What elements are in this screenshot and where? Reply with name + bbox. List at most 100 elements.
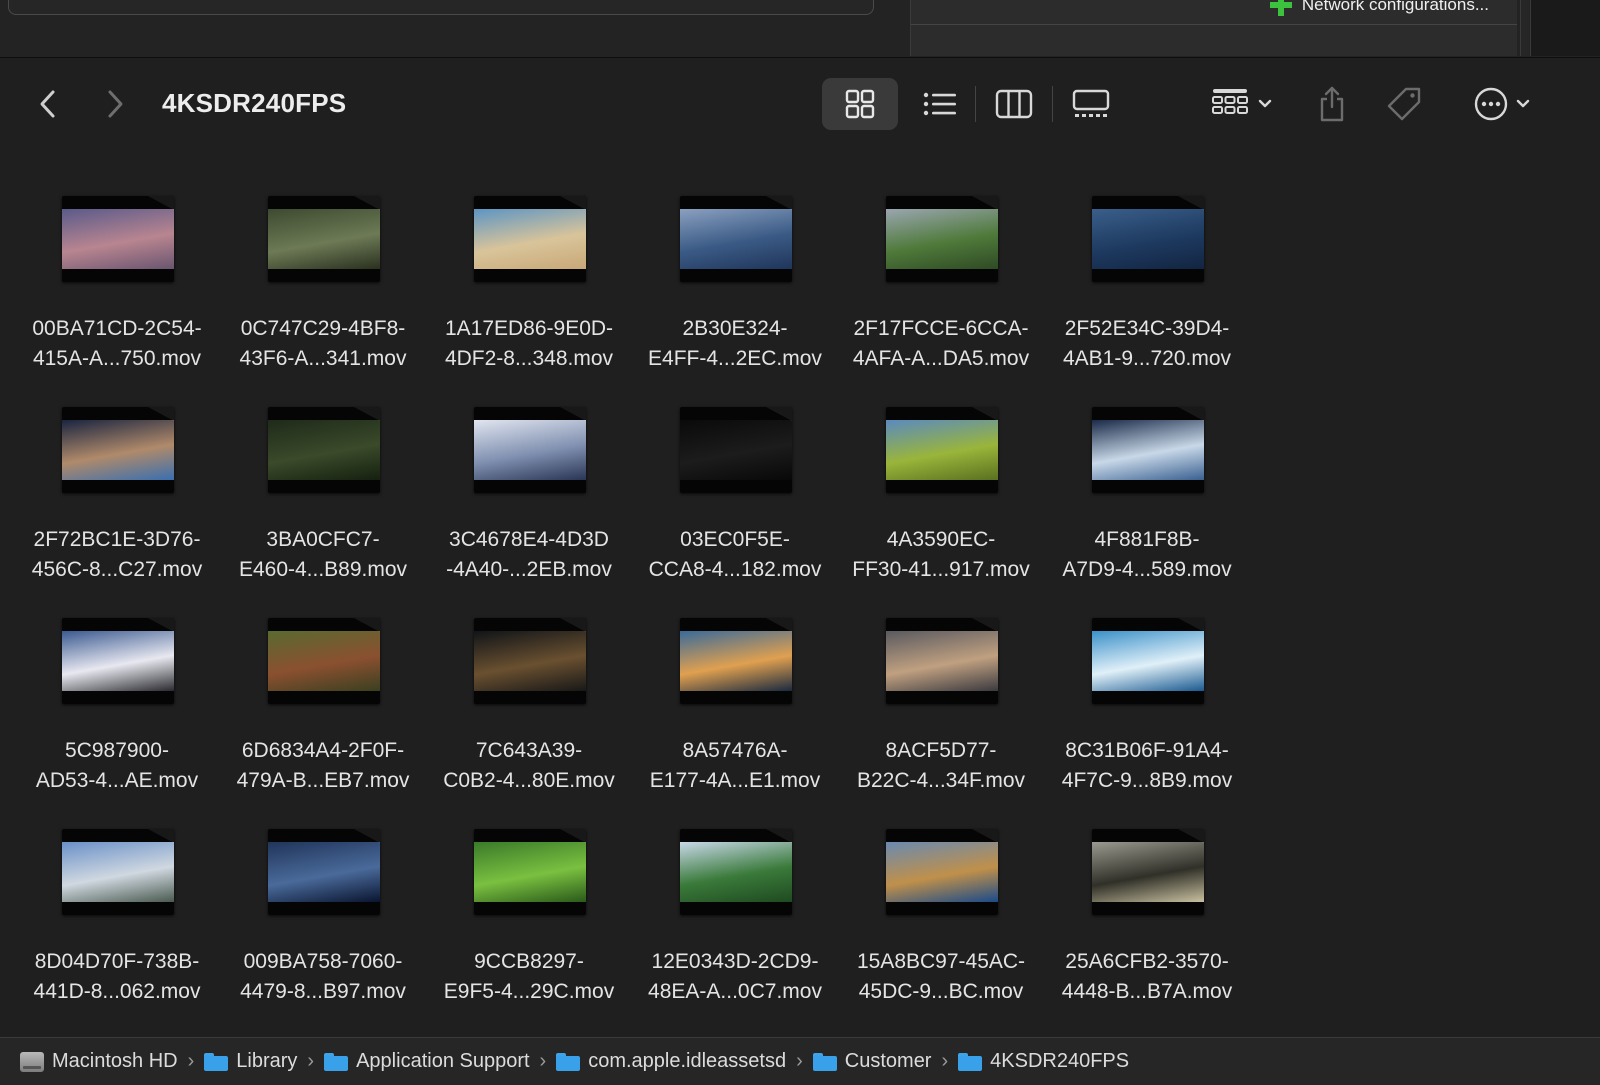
thumbnail-image [680, 842, 792, 902]
video-thumbnail [268, 618, 380, 704]
video-thumbnail [268, 829, 380, 915]
thumbnail-gloss [972, 829, 998, 843]
thumbnail-gloss [148, 829, 174, 843]
thumbnail-gloss [354, 407, 380, 421]
thumbnail-image [680, 209, 792, 269]
video-thumbnail [1092, 196, 1204, 282]
breadcrumb-item[interactable]: 4KSDR240FPS [958, 1050, 1129, 1073]
file-name-label: 3C4678E4-4D3D -4A40-...2EB.mov [446, 528, 612, 581]
thumbnail-image [1092, 631, 1204, 691]
breadcrumb-label: 4KSDR240FPS [990, 1050, 1130, 1072]
thumbnail-image [268, 631, 380, 691]
tag-button[interactable] [1384, 78, 1424, 130]
thumbnail-gloss [354, 196, 380, 210]
thumbnail-gloss [1178, 618, 1204, 632]
breadcrumb-label: Library [236, 1050, 298, 1072]
column-view-button[interactable] [988, 78, 1040, 130]
thumbnail-image [886, 209, 998, 269]
background-panel: Network configurations... [910, 0, 1517, 56]
thumbnail-image [886, 842, 998, 902]
file-name-label: 0C747C29-4BF8- 43F6-A...341.mov [239, 317, 407, 370]
file-name-label: 1A17ED86-9E0D- 4DF2-8...348.mov [444, 317, 614, 370]
forward-button[interactable] [97, 86, 133, 122]
video-thumbnail [1092, 618, 1204, 704]
thumbnail-gloss [972, 196, 998, 210]
breadcrumb-item[interactable]: Customer [812, 1050, 932, 1073]
file-name-label: 6D6834A4-2F0F- 479A-B...EB7.mov [236, 739, 410, 792]
thumbnail-image [474, 420, 586, 480]
folder-icon [812, 1052, 837, 1071]
chevron-down-icon [1258, 99, 1272, 108]
file-name-label: 8C31B06F-91A4- 4F7C-9...8B9.mov [1061, 739, 1233, 792]
breadcrumb-separator-icon: › [187, 1050, 195, 1072]
file-name-label: 5C987900- AD53-4...AE.mov [35, 739, 199, 792]
breadcrumb-item[interactable]: Application Support [324, 1050, 530, 1073]
gallery-view-icon [1072, 89, 1110, 117]
tag-icon [1387, 87, 1421, 121]
thumbnail-gloss [1178, 829, 1204, 843]
thumbnail-image [680, 420, 792, 480]
breadcrumb-label: Customer [844, 1050, 932, 1072]
thumbnail-gloss [560, 407, 586, 421]
more-icon [1474, 87, 1508, 121]
toolbar-separator [1052, 86, 1053, 122]
thumbnail-gloss [560, 196, 586, 210]
share-button[interactable] [1312, 78, 1352, 130]
thumbnail-gloss [766, 407, 792, 421]
window-title: 4KSDR240FPS [162, 88, 347, 118]
video-thumbnail [474, 618, 586, 704]
folder-icon [204, 1052, 229, 1071]
file-name-label: 9CCB8297- E9F5-4...29C.mov [443, 950, 615, 1003]
file-name-label: 25A6CFB2-3570- 4448-B...B7A.mov [1061, 950, 1233, 1003]
video-thumbnail [886, 407, 998, 493]
thumbnail-gloss [148, 618, 174, 632]
background-sidebar [1530, 0, 1600, 56]
file-name-label: 12E0343D-2CD9- 48EA-A...0C7.mov [648, 950, 822, 1003]
thumbnail-image [268, 420, 380, 480]
share-icon [1320, 86, 1344, 122]
file-name-label: 8A57476A- E177-4A...E1.mov [649, 739, 821, 792]
network-configurations-label: Network configurations... [1301, 0, 1489, 14]
column-view-icon [995, 89, 1033, 119]
back-button[interactable] [30, 86, 66, 122]
breadcrumb-separator-icon: › [941, 1050, 949, 1072]
finder-toolbar: 4KSDR240FPS [0, 58, 1600, 148]
thumbnail-gloss [766, 829, 792, 843]
file-name-label: 03EC0F5E- CCA8-4...182.mov [648, 528, 822, 581]
video-thumbnail [1092, 407, 1204, 493]
file-name-label: 2F52E34C-39D4- 4AB1-9...720.mov [1062, 317, 1232, 370]
gallery-view-button[interactable] [1065, 78, 1117, 130]
folder-icon [324, 1052, 349, 1071]
more-actions-button[interactable] [1462, 78, 1542, 130]
thumbnail-image [62, 420, 174, 480]
thumbnail-image [1092, 842, 1204, 902]
thumbnail-image [474, 209, 586, 269]
thumbnail-gloss [354, 618, 380, 632]
hard-drive-icon [20, 1051, 44, 1072]
thumbnail-gloss [354, 829, 380, 843]
video-thumbnail [886, 196, 998, 282]
breadcrumb-label: Macintosh HD [52, 1050, 178, 1072]
list-view-button[interactable] [914, 78, 966, 130]
thumbnail-gloss [560, 829, 586, 843]
thumbnail-gloss [766, 196, 792, 210]
video-thumbnail [1092, 829, 1204, 915]
breadcrumb-item[interactable]: com.apple.idleassetsd [556, 1050, 786, 1073]
breadcrumb: Macintosh HD › Library › Application Support… [20, 1050, 1129, 1073]
video-thumbnail [62, 618, 174, 704]
thumbnail-image [62, 631, 174, 691]
thumbnail-gloss [766, 618, 792, 632]
thumbnail-gloss [148, 407, 174, 421]
video-thumbnail [680, 829, 792, 915]
file-name-label: 4F881F8B- A7D9-4...589.mov [1062, 528, 1232, 581]
thumbnail-image [62, 842, 174, 902]
file-name-label: 8ACF5D77- B22C-4...34F.mov [856, 739, 1026, 792]
file-name-label: 2B30E324- E4FF-4...2EC.mov [648, 317, 822, 370]
breadcrumb-item[interactable]: Library [204, 1050, 297, 1073]
video-thumbnail [62, 407, 174, 493]
video-thumbnail [62, 829, 174, 915]
icon-view-button[interactable] [822, 78, 898, 130]
breadcrumb-item[interactable]: Macintosh HD [20, 1050, 178, 1073]
group-by-button[interactable] [1202, 78, 1282, 130]
network-configurations-button[interactable]: Network configurations... [1269, 0, 1489, 16]
